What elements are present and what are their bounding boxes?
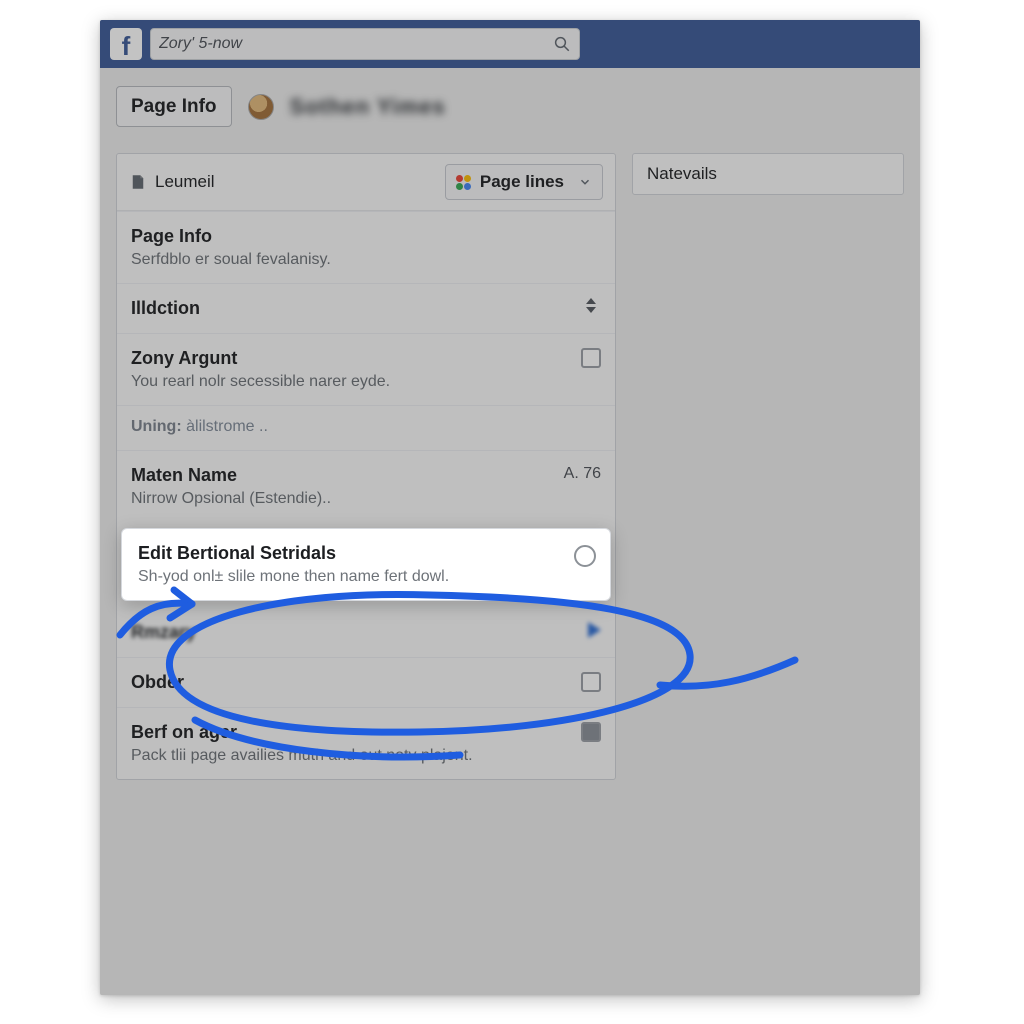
section-title: Berf on ager xyxy=(131,722,601,743)
natevails-label: Natevails xyxy=(647,164,717,184)
color-dots-icon xyxy=(456,174,472,190)
left-column: Leumeil Page lines Page Info Serfdblo er… xyxy=(116,153,616,780)
app-window: f Page Info Sothen Yimes Leumeil xyxy=(100,20,920,995)
search-field-wrap[interactable] xyxy=(150,28,580,60)
section-page-info[interactable]: Page Info Serfdblo er soual fevalanisy. xyxy=(117,211,615,283)
section-maten-name[interactable]: Maten Name Nirrow Opsional (Estendie).. … xyxy=(117,450,615,522)
section-title: Maten Name xyxy=(131,465,601,486)
uning-row: Uning: àlilstrome .. xyxy=(117,405,615,450)
section-illdction[interactable]: Illdction xyxy=(117,283,615,333)
highlight-title: Edit Bertional Setridals xyxy=(138,543,594,564)
page-lines-dropdown[interactable]: Page lines xyxy=(445,164,603,200)
section-subtitle: Nirrow Opsional (Estendie).. xyxy=(131,490,601,508)
section-title: Obder xyxy=(131,672,601,693)
badge-a76: A. 76 xyxy=(564,465,601,483)
section-subtitle: Serfdblo er soual fevalanisy. xyxy=(131,251,601,269)
section-title: Illdction xyxy=(131,298,601,319)
content-columns: Leumeil Page lines Page Info Serfdblo er… xyxy=(100,153,920,800)
section-title: Rmzary xyxy=(131,622,601,643)
sort-icon[interactable] xyxy=(581,298,601,316)
radio-button[interactable] xyxy=(574,545,596,567)
avatar[interactable] xyxy=(248,94,274,120)
search-icon[interactable] xyxy=(553,35,571,53)
edit-bertional-setridals-row[interactable]: Edit Bertional Setridals Sh-yod onl± sli… xyxy=(121,528,611,601)
search-input[interactable] xyxy=(159,35,553,53)
section-zony-argunt[interactable]: Zony Argunt You rearl nolr secessible na… xyxy=(117,333,615,405)
section-title: Zony Argunt xyxy=(131,348,601,369)
section-rmrry[interactable]: Rmzary xyxy=(117,607,615,657)
page-header: Page Info Sothen Yimes xyxy=(100,68,920,153)
checkbox[interactable] xyxy=(581,348,601,368)
right-column: Natevails xyxy=(632,153,904,780)
checkbox[interactable] xyxy=(581,722,601,742)
page-title-blurred: Sothen Yimes xyxy=(290,94,446,120)
uning-value: àlilstrome .. xyxy=(186,418,268,435)
top-navbar: f xyxy=(100,20,920,68)
section-berf-on-ager[interactable]: Berf on ager Pack tlii page availies mut… xyxy=(117,707,615,779)
panel-header: Leumeil Page lines xyxy=(117,154,615,211)
section-subtitle: Pack tlii page availies muth and out not… xyxy=(131,747,601,765)
chevron-down-icon xyxy=(578,175,592,189)
section-obder[interactable]: Obder xyxy=(117,657,615,707)
panel-header-label: Leumeil xyxy=(155,172,215,192)
settings-panel: Leumeil Page lines Page Info Serfdblo er… xyxy=(116,153,616,780)
page-lines-label: Page lines xyxy=(480,172,564,192)
play-icon[interactable] xyxy=(588,622,601,638)
page-icon xyxy=(129,173,147,191)
natevails-panel[interactable]: Natevails xyxy=(632,153,904,195)
section-title: Page Info xyxy=(131,226,601,247)
section-subtitle: You rearl nolr secessible narer eyde. xyxy=(131,373,601,391)
checkbox[interactable] xyxy=(581,672,601,692)
page-info-button[interactable]: Page Info xyxy=(116,86,232,127)
highlight-subtitle: Sh-yod onl± slile mone then name fert do… xyxy=(138,568,594,586)
uning-label: Uning: xyxy=(131,418,182,435)
facebook-logo-icon[interactable]: f xyxy=(110,28,142,60)
